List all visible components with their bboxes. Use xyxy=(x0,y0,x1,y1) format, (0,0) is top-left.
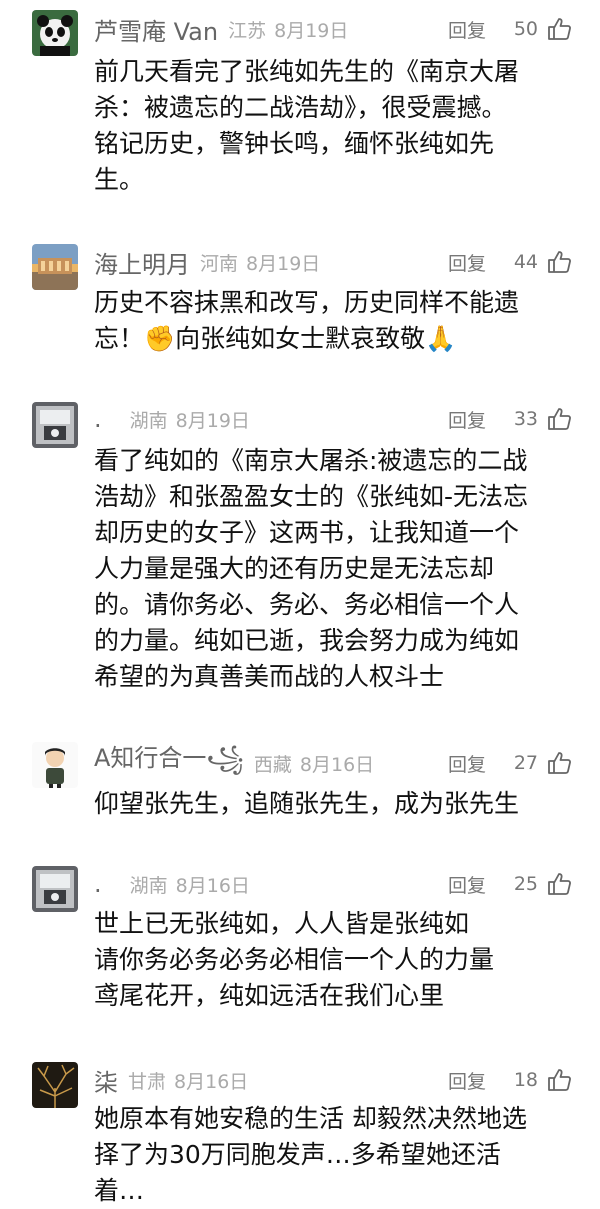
comment-header: . 湖南 8月16日 回复 25 xyxy=(94,867,572,901)
thumbs-up-icon[interactable] xyxy=(546,1067,572,1093)
avatar[interactable] xyxy=(32,742,78,788)
region: 甘肃 xyxy=(128,1070,167,1093)
username[interactable]: 柒 xyxy=(94,1063,118,1098)
comment-text: 看了纯如的《南京大屠杀:被遗忘的二战 浩劫》和张盈盈女士的《张纯如-无法忘 却历… xyxy=(94,443,564,695)
comment-line: 浩劫》和张盈盈女士的《张纯如-无法忘 xyxy=(94,482,529,511)
like-count: 44 xyxy=(513,251,538,273)
username[interactable]: A知行合一꧁ xyxy=(94,738,244,788)
comment-text: 仰望张先生，追随张先生，成为张先生 xyxy=(94,786,564,822)
region: 河南 xyxy=(200,252,239,275)
region: 江苏 xyxy=(228,19,267,42)
reply-button[interactable]: 回复 xyxy=(448,871,486,898)
thumbs-up-icon[interactable] xyxy=(546,406,572,432)
comment-line: 请你务必务必务必相信一个人的力量 xyxy=(94,945,495,974)
landscape-avatar-icon xyxy=(32,244,78,290)
comment-text: 历史不容抹黑和改写，历史同样不能遗 忘！✊向张纯如女士默哀致敬🙏 xyxy=(94,285,564,357)
comment-line: 却历史的女子》这两书，让我知道一个 xyxy=(94,518,520,547)
avatar[interactable] xyxy=(32,10,78,56)
comment-line: 择了为30万同胞发声…多希望她还活 xyxy=(94,1140,501,1169)
comment-text: 前几天看完了张纯如先生的《南京大屠 杀：被遗忘的二战浩劫》，很受震撼。 铭记历史… xyxy=(94,54,564,198)
comment-header: 柒 甘肃 8月16日 回复 18 xyxy=(94,1063,572,1097)
comment-date: 8月19日 xyxy=(246,252,321,275)
comment-date: 8月19日 xyxy=(175,409,250,432)
comment-line: 着… xyxy=(94,1176,145,1205)
comment-line: 仰望张先生，追随张先生，成为张先生 xyxy=(94,789,520,818)
avatar[interactable] xyxy=(32,866,78,912)
reply-button[interactable]: 回复 xyxy=(448,750,486,777)
username[interactable]: . xyxy=(94,870,102,898)
like-count: 50 xyxy=(513,18,538,40)
comment-line: 的力量。纯如已逝，我会努力成为纯如 xyxy=(94,626,520,655)
reply-button[interactable]: 回复 xyxy=(448,1067,486,1094)
comment-line: 她原本有她安稳的生活 却毅然决然地选 xyxy=(94,1104,527,1133)
like-count: 33 xyxy=(513,408,538,430)
comment-date: 8月16日 xyxy=(175,874,250,897)
region: 湖南 xyxy=(129,409,168,432)
comment-line: 前几天看完了张纯如先生的《南京大屠 xyxy=(94,57,520,86)
comment-header: . 湖南 8月19日 回复 33 xyxy=(94,402,572,436)
like-count: 25 xyxy=(513,873,538,895)
comment-line: 的。请你务必、务必、务必相信一个人 xyxy=(94,590,520,619)
thumbs-up-icon[interactable] xyxy=(546,871,572,897)
comment-line: 看了纯如的《南京大屠杀:被遗忘的二战 xyxy=(94,446,528,475)
cartoon-person-avatar-icon xyxy=(32,742,78,788)
night-tree-avatar-icon xyxy=(32,1062,78,1108)
avatar[interactable] xyxy=(32,244,78,290)
photo-avatar-icon xyxy=(32,866,78,912)
comment-line: 人力量是强大的还有历史是无法忘却 xyxy=(94,554,495,583)
reply-button[interactable]: 回复 xyxy=(448,406,486,433)
reply-button[interactable]: 回复 xyxy=(448,249,486,276)
panda-avatar-icon xyxy=(32,10,78,56)
comment-line: 杀：被遗忘的二战浩劫》，很受震撼。 xyxy=(94,93,507,122)
username[interactable]: 芦雪庵 Van xyxy=(94,12,218,47)
comment-date: 8月16日 xyxy=(299,753,375,776)
like-count: 27 xyxy=(513,752,538,774)
comment-date: 8月16日 xyxy=(174,1070,249,1093)
comment-header: 海上明月 河南 8月19日 回复 44 xyxy=(94,245,572,279)
thumbs-up-icon[interactable] xyxy=(546,16,572,42)
comment-line: 世上已无张纯如，人人皆是张纯如 xyxy=(94,909,470,938)
like-count: 18 xyxy=(513,1069,538,1091)
comment-line: 鸢尾花开，纯如远活在我们心里 xyxy=(94,981,445,1010)
region: 湖南 xyxy=(129,874,168,897)
thumbs-up-icon[interactable] xyxy=(546,249,572,275)
comment-text: 她原本有她安稳的生活 却毅然决然地选 择了为30万同胞发声…多希望她还活 着… xyxy=(94,1101,564,1209)
username[interactable]: . xyxy=(94,405,102,433)
comment-header: A知行合一꧁ 西藏 8月16日 回复 27 xyxy=(94,744,572,780)
comment-header: 芦雪庵 Van 江苏 8月19日 回复 50 xyxy=(94,12,572,46)
thumbs-up-icon[interactable] xyxy=(546,750,572,776)
avatar[interactable] xyxy=(32,1062,78,1108)
comment-line: 忘！✊向张纯如女士默哀致敬🙏 xyxy=(94,324,457,353)
comment-line: 生。 xyxy=(94,165,145,194)
comment-line: 历史不容抹黑和改写，历史同样不能遗 xyxy=(94,288,520,317)
comment-line: 希望的为真善美而战的人权斗士 xyxy=(94,662,445,691)
avatar[interactable] xyxy=(32,402,78,448)
comment-line: 铭记历史，警钟长鸣，缅怀张纯如先 xyxy=(94,129,495,158)
reply-button[interactable]: 回复 xyxy=(448,16,486,43)
photo-avatar-icon xyxy=(32,402,78,448)
region: 西藏 xyxy=(253,753,292,776)
username[interactable]: 海上明月 xyxy=(94,245,190,280)
comment-date: 8月19日 xyxy=(274,19,349,42)
comment-text: 世上已无张纯如，人人皆是张纯如 请你务必务必务必相信一个人的力量 鸢尾花开，纯如… xyxy=(94,906,564,1014)
